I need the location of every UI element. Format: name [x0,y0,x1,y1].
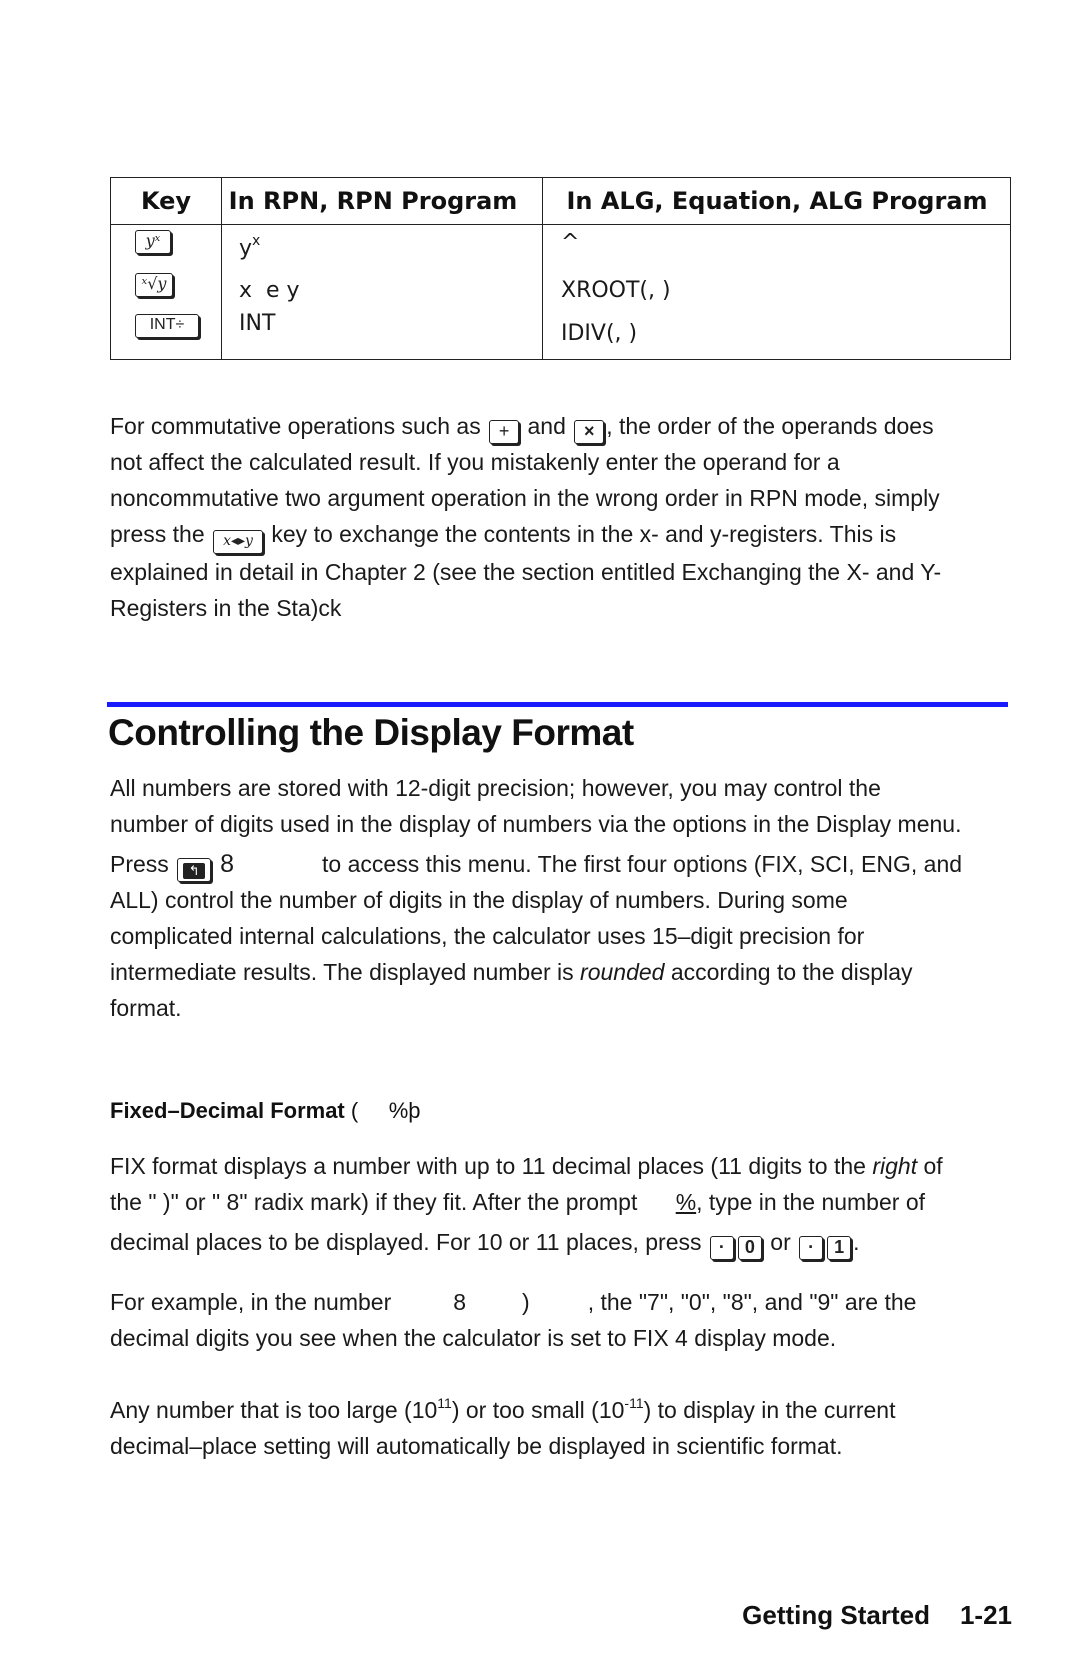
decimal-point-key-icon: · [709,1236,734,1260]
page-footer: Getting Started 1-21 [742,1600,1012,1631]
text-line: For example, in the number 8) , the "7", "… [110,1284,1010,1320]
column-divider [542,178,543,359]
text-line: not affect the calculated result. If you… [110,449,840,475]
table-cell-rpn: yx [239,233,261,261]
paragraph-fix-format: FIX format displays a number with up to … [110,1148,1010,1260]
text-line: For commutative operations such as + and… [110,408,1010,444]
text: the " )" or " 8" radix mark) if they fit… [110,1189,676,1215]
y-power-x-key-icon: yˣ [135,230,171,254]
text-line: ALL) control the number of digits in the… [110,887,848,913]
zero-key-icon: 0 [737,1236,762,1260]
text-line: All numbers are stored with 12-digit pre… [110,775,881,801]
section-divider-rule [107,702,1008,707]
text-line: noncommutative two argument operation in… [110,485,940,511]
operations-table: Key In RPN, RPN Program In ALG, Equation… [110,177,1011,360]
text: or [763,1229,798,1255]
text-line: decimal digits you see when the calculat… [110,1325,837,1351]
text: , type in the number of [696,1189,925,1215]
text: ) to display in the current [643,1397,896,1423]
text: of [917,1153,943,1179]
paragraph-scientific-fallback: Any number that is too large (1011) or t… [110,1392,1010,1464]
text: intermediate results. The displayed numb… [110,959,581,985]
text: Press [110,851,176,877]
decimal-point-key-icon: · [799,1236,824,1260]
table-cell-rpn: x e y [239,278,300,303]
section-title: Controlling the Display Format [108,712,634,753]
text: key to exchange the contents in the x- a… [265,521,897,547]
text-line: the " )" or " 8" radix mark) if they fit… [110,1184,1010,1220]
text: and [521,413,573,439]
text-line: explained in detail in Chapter 2 (see th… [110,559,942,585]
text-line: intermediate results. The displayed numb… [110,954,1010,990]
column-divider [221,178,222,359]
example-radix: ) [522,1289,530,1315]
text-line: complicated internal calculations, the c… [110,923,865,949]
paragraph-commutative: For commutative operations such as + and… [110,408,1010,626]
text-line: format. [110,995,182,1021]
x-root-y-key-icon: ˣ√y [135,273,173,297]
header-alg: In ALG, Equation, ALG Program [566,187,988,215]
text: , the "7", "0", "8", and "9" are the [587,1289,917,1315]
int-divide-key-icon: INT÷ [135,314,199,338]
subsection-title-bold: Fixed–Decimal Format [110,1098,345,1123]
rpn-base: y [239,236,253,261]
text-line: Press ↰ 8 to access this menu. The first … [110,846,1010,882]
page-number: 1-21 [959,1600,1012,1630]
example-digit: 8 [453,1289,467,1315]
paragraph-display-intro: All numbers are stored with 12-digit pre… [110,770,1010,1026]
text: decimal places to be displayed. For 10 o… [110,1229,708,1255]
table-cell-alg: ^ [561,230,580,255]
text: For commutative operations such as [110,413,488,439]
one-key-icon: 1 [827,1236,852,1260]
prompt-glyph: % [675,1189,697,1215]
shift-arrow-glyph: ↰ [183,863,206,879]
paragraph-example: For example, in the number 8) , the "7", "… [110,1284,1010,1356]
text: 8 [213,850,235,878]
subsection-title: Fixed–Decimal Format ( %þ [110,1098,421,1124]
text: For example, in the number [110,1289,392,1315]
text-line: decimal–place setting will automatically… [110,1433,843,1459]
table-cell-alg: IDIV(, ) [561,321,638,346]
text-line: press the x◂▸y key to exchange the conte… [110,516,1010,554]
emphasis: rounded [580,959,665,985]
text: press the [110,521,211,547]
emphasis: right [872,1153,918,1179]
text: FIX format displays a number with up to … [110,1153,873,1179]
text: Any number that is too large (10 [110,1397,438,1423]
text-line: decimal places to be displayed. For 10 o… [110,1224,1010,1260]
table-cell-alg: XROOT(, ) [561,278,671,303]
text: ) or too small (10 [451,1397,625,1423]
exponent: -11 [624,1395,644,1411]
text-line: number of digits used in the display of … [110,811,962,837]
text: according to the display [664,959,913,985]
header-key: Key [140,187,192,215]
chapter-name: Getting Started [742,1600,930,1630]
text: . [853,1229,860,1255]
multiply-key-icon: × [574,420,605,444]
header-rpn: In RPN, RPN Program [228,187,518,215]
exponent: 11 [437,1395,452,1411]
subsection-title-rest: ( %þ [344,1098,421,1123]
rpn-superscript: x [252,233,261,249]
left-shift-key-icon: ↰ [177,858,212,882]
swap-xy-key-icon: x◂▸y [213,530,263,554]
text: , the order of the operands does [606,413,934,439]
text-line: Any number that is too large (1011) or t… [110,1392,1010,1428]
text-line: FIX format displays a number with up to … [110,1148,1010,1184]
plus-key-icon: + [489,420,520,444]
text: to access this menu. The first four opti… [322,851,963,877]
table-cell-rpn: INT [239,311,276,336]
text-line: Registers in the Sta)ck [110,595,342,621]
